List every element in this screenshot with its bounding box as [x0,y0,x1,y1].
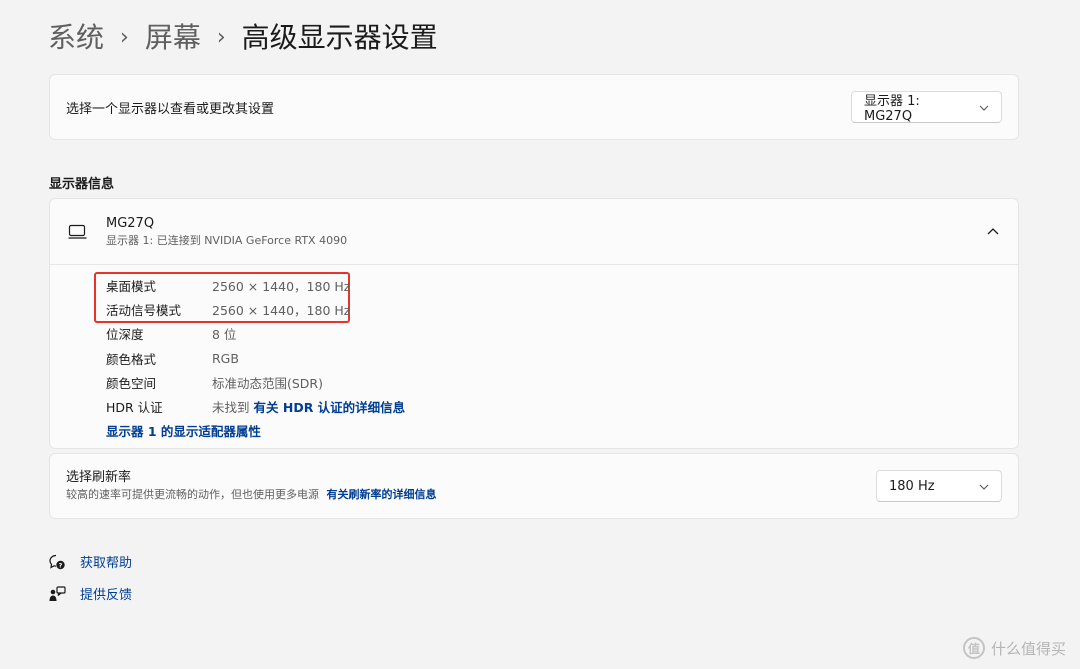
refresh-rate-value: 180 Hz [889,478,935,494]
info-value: 8 位 [212,327,237,343]
refresh-rate-desc: 较高的速率可提供更流畅的动作，但也使用更多电源 有关刷新率的详细信息 [66,487,437,503]
display-select-dropdown[interactable]: 显示器 1: MG27Q [851,91,1002,124]
chevron-up-icon[interactable] [986,225,1000,239]
refresh-rate-desc-text: 较高的速率可提供更流畅的动作，但也使用更多电源 [66,488,319,501]
breadcrumb-display[interactable]: 屏幕 [145,18,201,58]
page-title: 高级显示器设置 [241,21,438,54]
monitor-name: MG27Q [106,215,155,231]
chevron-down-icon [979,480,989,493]
info-key: 颜色空间 [106,375,157,391]
watermark-logo-icon: 值 [962,637,985,659]
info-value: 2560 × 1440，180 Hz [212,278,351,294]
display-info-header[interactable]: MG27Q 显示器 1: 已连接到 NVIDIA GeForce RTX 409… [50,199,1018,265]
breadcrumb-system[interactable]: 系统 [48,18,104,58]
display-info-card: MG27Q 显示器 1: 已连接到 NVIDIA GeForce RTX 409… [49,198,1019,449]
monitor-icon [68,224,87,239]
display-select-value: 显示器 1: MG27Q [864,94,920,124]
svg-text:?: ? [59,561,63,569]
refresh-rate-details-link[interactable]: 有关刷新率的详细信息 [327,488,437,501]
feedback-icon [49,585,66,601]
get-help-link[interactable]: 获取帮助 [80,552,132,571]
give-feedback[interactable]: 提供反馈 [48,584,132,603]
breadcrumb: 系统 › 屏幕 › 高级显示器设置 [48,18,438,58]
info-value: RGB [212,350,239,366]
breadcrumb-separator: › [216,25,226,50]
watermark: 值 什么值得买 [962,637,1066,659]
refresh-rate-label: 选择刷新率 [66,470,132,485]
watermark-text: 什么值得买 [990,639,1066,658]
monitor-subtitle: 显示器 1: 已连接到 NVIDIA GeForce RTX 4090 [106,233,348,247]
info-row-bit-depth: 位深度 8 位 [106,322,405,346]
help-icon: ? [49,554,65,569]
info-value: 未找到 有关 HDR 认证的详细信息 [212,397,405,416]
info-value: 2560 × 1440，180 Hz [212,302,351,318]
info-row-hdr: HDR 认证 未找到 有关 HDR 认证的详细信息 [106,394,405,418]
info-value: 标准动态范围(SDR) [212,375,323,391]
give-feedback-link[interactable]: 提供反馈 [80,584,132,603]
display-select-label: 选择一个显示器以查看或更改其设置 [66,101,275,117]
info-row-active-signal: 活动信号模式 2560 × 1440，180 Hz [106,297,405,321]
refresh-rate-dropdown[interactable]: 180 Hz [876,470,1002,502]
info-row-color-format: 颜色格式 RGB [106,346,405,370]
info-row-desktop-mode: 桌面模式 2560 × 1440，180 Hz [106,273,405,297]
adapter-properties-link[interactable]: 显示器 1 的显示适配器属性 [106,421,405,440]
hdr-details-link[interactable]: 有关 HDR 认证的详细信息 [254,400,406,415]
info-key: 位深度 [106,327,144,343]
hdr-not-found: 未找到 [212,400,250,416]
info-row-color-space: 颜色空间 标准动态范围(SDR) [106,370,405,394]
info-key: 颜色格式 [106,351,157,367]
section-title: 显示器信息 [49,177,115,192]
refresh-rate-card: 选择刷新率 较高的速率可提供更流畅的动作，但也使用更多电源 有关刷新率的详细信息… [49,453,1019,519]
display-info-rows: 桌面模式 2560 × 1440，180 Hz 活动信号模式 2560 × 14… [106,273,405,440]
chevron-down-icon [979,101,989,114]
info-key: HDR 认证 [106,400,163,416]
breadcrumb-separator: › [120,25,129,50]
info-key: 桌面模式 [106,278,157,294]
get-help[interactable]: ? 获取帮助 [48,552,132,571]
display-select-card: 选择一个显示器以查看或更改其设置 显示器 1: MG27Q [49,74,1019,140]
info-key: 活动信号模式 [106,302,182,318]
